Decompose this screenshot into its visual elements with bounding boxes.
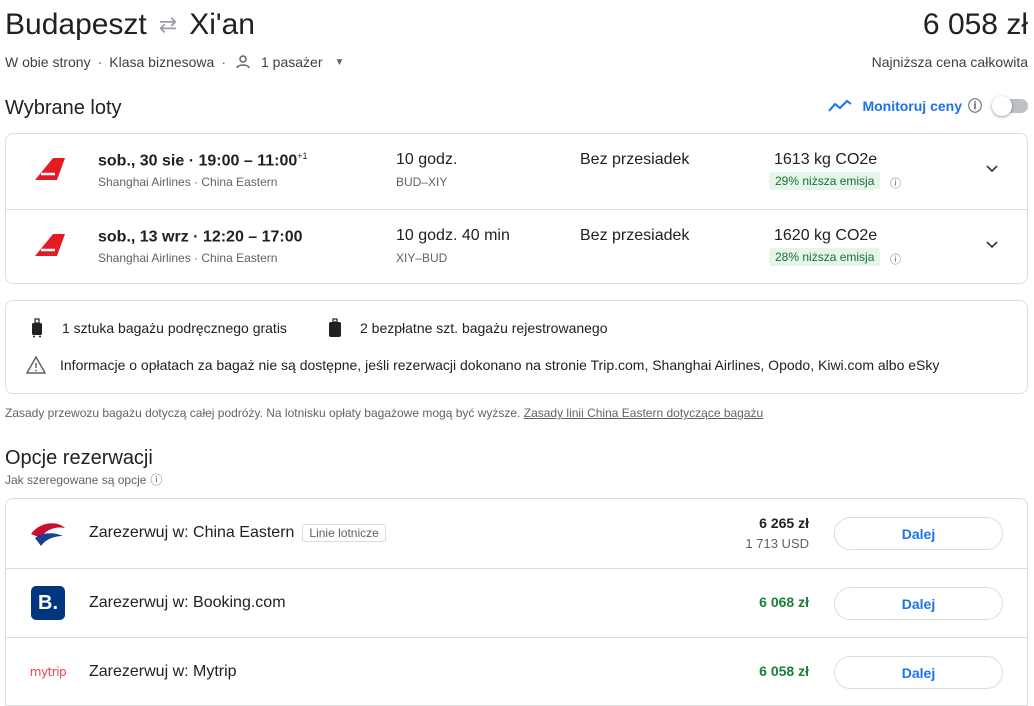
carry-on-bag-icon (28, 318, 46, 338)
total-price-caption: Najniższa cena całkowita (871, 54, 1028, 70)
shanghai-airlines-logo (35, 234, 65, 256)
route-title: Budapeszt ⇄ Xi'an (5, 6, 255, 44)
flight-duration: 10 godz. (396, 151, 458, 168)
continue-button[interactable]: Dalej (834, 517, 1003, 550)
airline-tag: Linie lotnicze (302, 524, 386, 542)
trip-type: W obie strony (5, 54, 91, 70)
flight-row[interactable]: sob., 30 sie · 19:00 – 11:00+1 Shanghai … (6, 134, 1027, 209)
booking-option: Zarezerwuj w: China Eastern Linie lotnic… (6, 499, 1027, 568)
option-label: Zarezerwuj w: Mytrip (89, 663, 237, 680)
price-monitor[interactable]: Monitoruj ceny ⓘ (828, 96, 1028, 116)
info-icon[interactable]: ⓘ (890, 175, 901, 191)
info-icon[interactable]: ⓘ (150, 471, 162, 488)
swap-arrows-icon: ⇄ (158, 12, 178, 37)
trip-header: Budapeszt ⇄ Xi'an 6 058 zł W obie strony… (5, 6, 1028, 86)
flight-co2: 1620 kg CO2e (774, 227, 878, 244)
flight-airlines: Shanghai Airlines · China Eastern (98, 251, 278, 265)
info-icon[interactable]: ⓘ (890, 251, 901, 267)
option-price-usd: 1 713 USD (745, 536, 809, 551)
ranking-info[interactable]: Jak szeregowane są opcje ⓘ (5, 471, 162, 488)
warning-icon (26, 355, 46, 375)
monitor-label[interactable]: Monitoruj ceny (862, 98, 962, 114)
option-label: Zarezerwuj w: Booking.com (89, 594, 286, 611)
shanghai-airlines-logo (35, 158, 65, 180)
baggage-note: Zasady przewozu bagażu dotyczą całej pod… (5, 406, 764, 420)
continue-button[interactable]: Dalej (834, 656, 1003, 689)
cabin-class: Klasa biznesowa (109, 54, 215, 70)
trend-icon (828, 99, 853, 112)
booking-logo: B. (28, 585, 68, 621)
flight-time: sob., 13 wrz · 12:20 – 17:00 (98, 228, 303, 246)
option-price: 6 265 zł (759, 515, 809, 531)
chevron-down-icon[interactable] (985, 238, 999, 252)
monitor-toggle[interactable] (992, 96, 1028, 116)
flight-stops: Bez przesiadek (580, 151, 690, 168)
trip-meta: W obie strony · Klasa biznesowa · 1 pasa… (5, 54, 345, 70)
baggage-card: 1 sztuka bagażu podręcznego gratis 2 bez… (5, 300, 1028, 394)
emission-badge: 28% niższa emisja (769, 248, 881, 266)
flight-co2: 1613 kg CO2e (774, 151, 878, 168)
total-price: 6 058 zł (922, 8, 1028, 41)
flight-stops: Bez przesiadek (580, 227, 690, 244)
continue-button[interactable]: Dalej (834, 587, 1003, 620)
flight-airlines: Shanghai Airlines · China Eastern (98, 175, 278, 189)
option-price: 6 058 zł (759, 663, 809, 679)
option-price: 6 068 zł (759, 594, 809, 610)
baggage-warning: Informacje o opłatach za bagaż nie są do… (26, 355, 939, 375)
checked-bag-icon (326, 318, 344, 338)
chevron-down-icon[interactable] (985, 162, 999, 176)
carry-on-info: 1 sztuka bagażu podręcznego gratis (28, 318, 287, 338)
caret-down-icon[interactable]: ▼ (334, 57, 344, 68)
selected-flights-title: Wybrane loty (5, 97, 122, 119)
checked-bag-info: 2 bezpłatne szt. bagażu rejestrowanego (326, 318, 608, 338)
baggage-policy-link[interactable]: Zasady linii China Eastern dotyczące bag… (524, 406, 763, 420)
flight-duration: 10 godz. 40 min (396, 227, 510, 244)
destination-city: Xi'an (189, 8, 255, 41)
flight-row[interactable]: sob., 13 wrz · 12:20 – 17:00 Shanghai Ai… (6, 209, 1027, 284)
passenger-count[interactable]: 1 pasażer (261, 54, 322, 70)
option-label: Zarezerwuj w: China Eastern (89, 524, 295, 541)
booking-options-card: Zarezerwuj w: China Eastern Linie lotnic… (5, 498, 1028, 706)
flight-route: BUD–XIY (396, 175, 448, 189)
booking-option: B. Zarezerwuj w: Booking.com 6 068 zł Da… (6, 568, 1027, 637)
flight-time: sob., 30 sie · 19:00 – 11:00+1 (98, 151, 308, 170)
booking-option: mytrip Zarezerwuj w: Mytrip 6 058 zł Dal… (6, 637, 1027, 706)
mytrip-logo: mytrip (29, 665, 67, 679)
booking-options-title: Opcje rezerwacji (5, 447, 153, 469)
china-eastern-logo (28, 515, 68, 551)
person-icon (235, 54, 251, 70)
selected-flights-card: sob., 30 sie · 19:00 – 11:00+1 Shanghai … (5, 133, 1028, 284)
origin-city: Budapeszt (5, 8, 147, 41)
info-icon[interactable]: ⓘ (968, 96, 982, 116)
flight-route: XIY–BUD (396, 251, 448, 265)
emission-badge: 29% niższa emisja (769, 172, 881, 190)
